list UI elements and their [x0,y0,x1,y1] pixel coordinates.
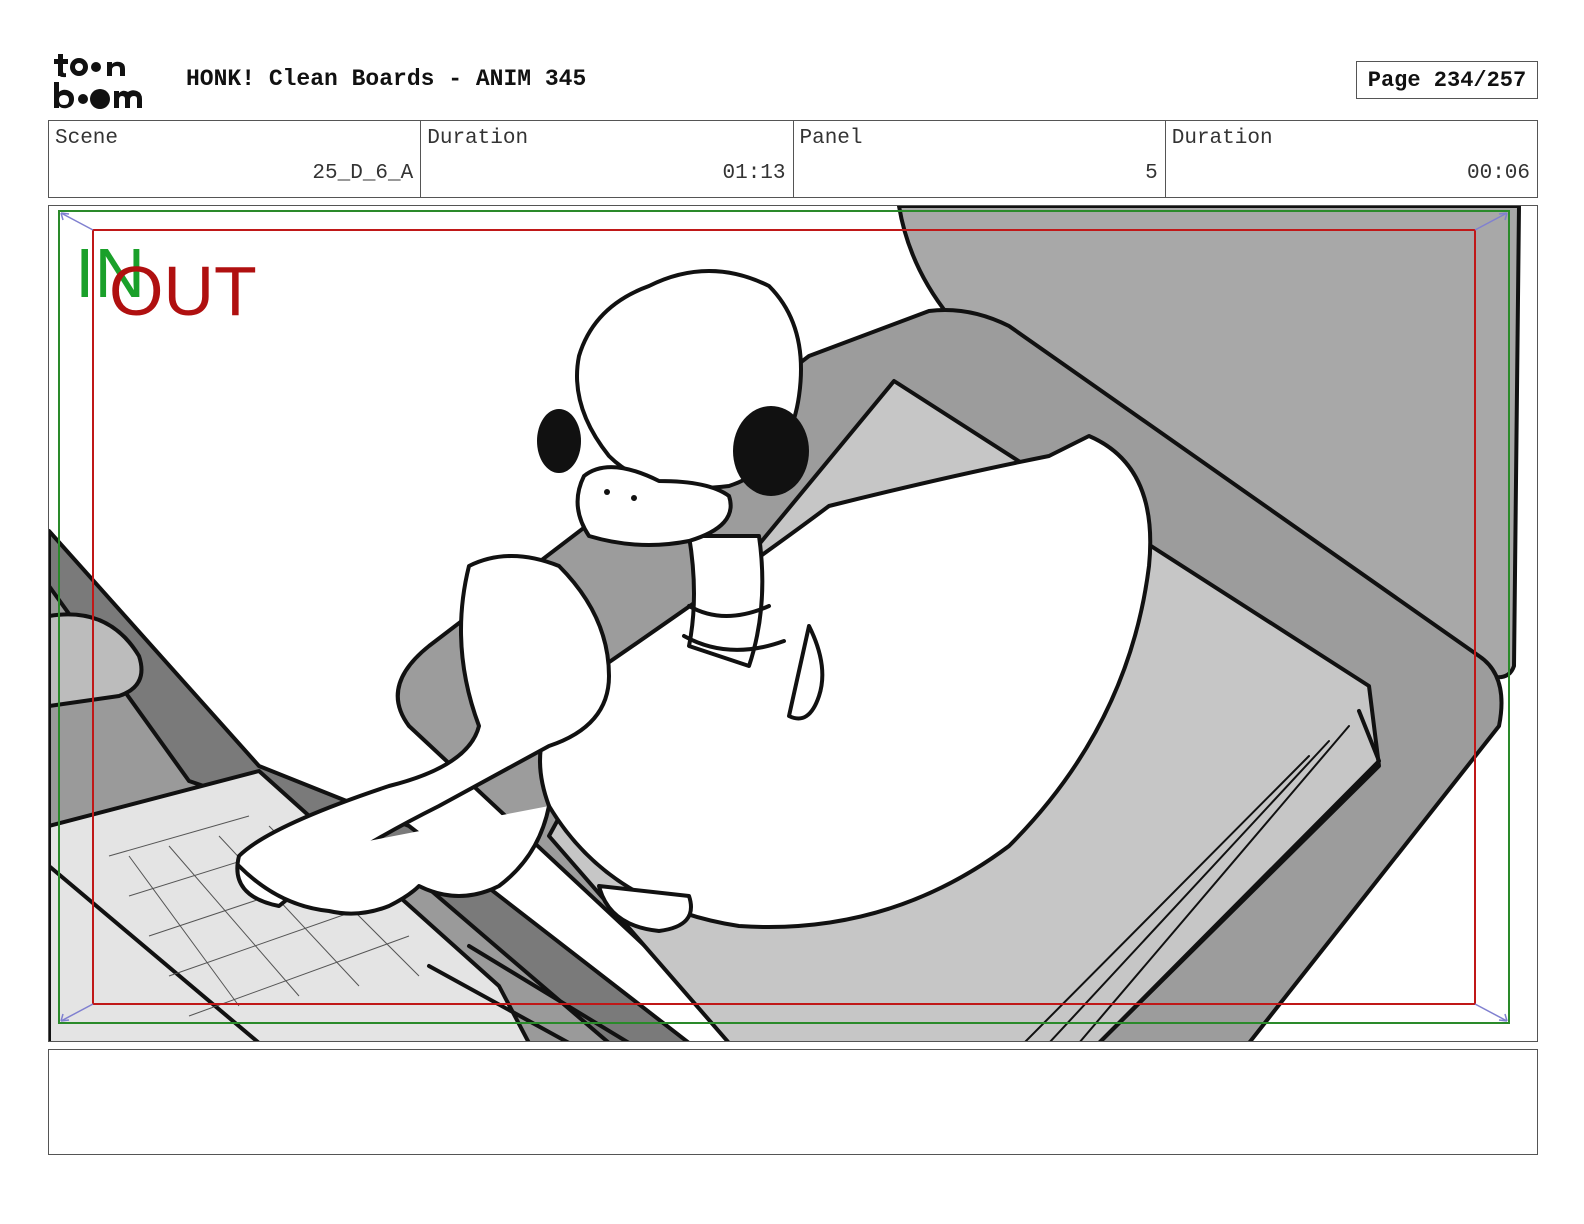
scene-info-table: Scene 25_D_6_A Duration 01:13 Panel 5 Du… [48,120,1538,198]
storyboard-panel: IN OUT [48,205,1538,1042]
scene-label: Scene [55,127,119,150]
scene-duration-value: 01:13 [722,162,786,185]
panel-cell: Panel 5 [794,121,1166,197]
scene-cell: Scene 25_D_6_A [49,121,422,197]
scene-duration-cell: Duration 01:13 [421,121,794,197]
out-marker: OUT [109,252,257,330]
panel-drawing [49,206,1521,1041]
toonboom-logo [52,50,164,112]
panel-duration-cell: Duration 00:06 [1166,121,1537,197]
panel-notes [48,1049,1538,1155]
board-title: HONK! Clean Boards - ANIM 345 [186,66,587,92]
page-indicator: Page 234/257 [1356,61,1538,99]
panel-label: Panel [799,127,863,150]
panel-value: 5 [1145,162,1158,185]
scene-value: 25_D_6_A [312,162,414,185]
panel-duration-value: 00:06 [1466,162,1530,185]
panel-duration-label: Duration [1171,127,1273,150]
scene-duration-label: Duration [427,127,529,150]
